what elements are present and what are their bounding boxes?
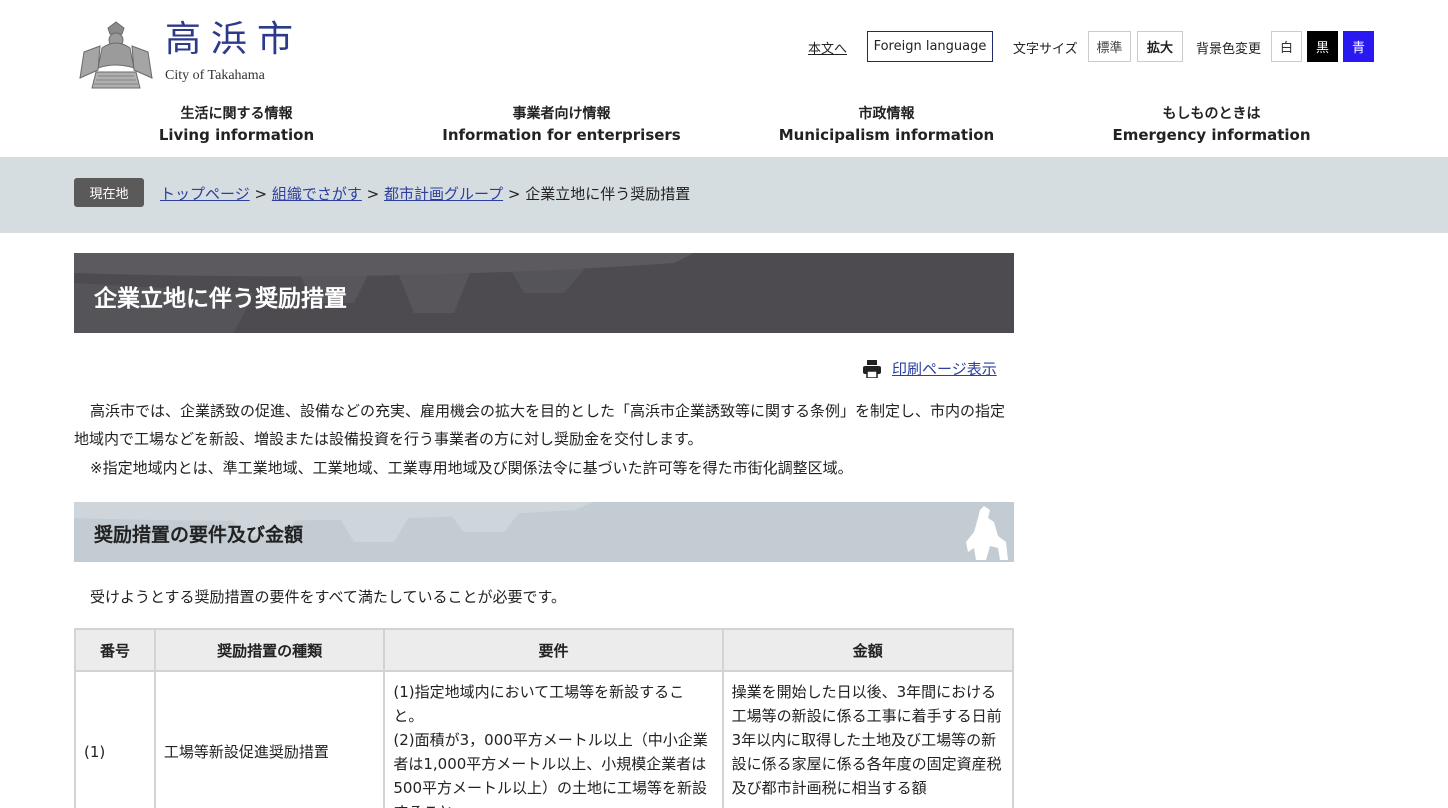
incentive-table: 番号 奨励措置の種類 要件 金額 (1) 工場等新設促進奨励措置 (1)指定地域…: [74, 628, 1015, 808]
section-title: 奨励措置の要件及び金額: [94, 524, 304, 546]
breadcrumb-separator: >: [507, 185, 521, 203]
nav-label-en: Information for enterprisers: [442, 126, 681, 144]
table-header-row: 番号 奨励措置の種類 要件 金額: [74, 628, 1015, 672]
breadcrumb-trail: トップページ > 組織でさがす > 都市計画グループ > 企業立地に伴う奨励措置: [160, 183, 690, 204]
nav-label-en: Emergency information: [1112, 126, 1311, 144]
utility-bar: 本文へ Foreign language 文字サイズ 標準 拡大 背景色変更 白…: [0, 31, 1448, 62]
nav-municipalism-information[interactable]: 市政情報 Municipalism information: [724, 104, 1049, 148]
breadcrumb-current-location-tag: 現在地: [74, 178, 144, 207]
nav-label-ja: 生活に関する情報: [180, 106, 293, 122]
nav-living-information[interactable]: 生活に関する情報 Living information: [74, 104, 399, 148]
page-title-banner: 企業立地に伴う奨励措置: [74, 253, 1014, 333]
breadcrumb-link-top[interactable]: トップページ: [160, 185, 250, 203]
breadcrumb-separator: >: [254, 185, 268, 203]
nav-label-ja: 市政情報: [858, 106, 915, 122]
requirement-item: (1)指定地域内において工場等を新設すること。: [393, 683, 685, 725]
nav-label-ja: 事業者向け情報: [512, 106, 611, 122]
table-row: (1) 工場等新設促進奨励措置 (1)指定地域内において工場等を新設すること。 …: [74, 670, 1015, 808]
cell-number: (1): [74, 670, 156, 808]
skip-to-content-link[interactable]: 本文へ: [808, 38, 847, 57]
print-page-link[interactable]: 印刷ページ表示: [892, 358, 997, 379]
global-nav: 生活に関する情報 Living information 事業者向け情報 Info…: [74, 104, 1374, 148]
font-size-large-button[interactable]: 拡大: [1137, 31, 1183, 62]
site-logo-subtitle[interactable]: City of Takahama: [165, 68, 265, 84]
section-heading-banner: 奨励措置の要件及び金額: [74, 502, 1014, 562]
breadcrumb-current: 企業立地に伴う奨励措置: [525, 185, 691, 203]
bg-blue-button[interactable]: 青: [1343, 31, 1374, 62]
cell-type: 工場等新設促進奨励措置: [153, 670, 386, 808]
font-size-normal-button[interactable]: 標準: [1088, 31, 1131, 62]
page-title: 企業立地に伴う奨励措置: [94, 286, 347, 312]
printer-icon: [863, 359, 881, 378]
requirement-item: (2)面積が3，000平方メートル以上（中小企業者は1,000平方メートル以上、…: [393, 731, 708, 808]
column-header-number: 番号: [74, 628, 156, 672]
row-number: (1): [84, 743, 106, 761]
nav-emergency-information[interactable]: もしものときは Emergency information: [1049, 104, 1374, 148]
column-header-requirements: 要件: [383, 628, 724, 672]
nav-enterprisers-information[interactable]: 事業者向け情報 Information for enterprisers: [399, 104, 724, 148]
nav-label-en: Living information: [158, 126, 315, 144]
foreign-language-button[interactable]: Foreign language: [867, 31, 993, 62]
section-description: 受けようとする奨励措置の要件をすべて満たしていることが必要です。: [90, 588, 566, 606]
cell-requirements: (1)指定地域内において工場等を新設すること。 (2)面積が3，000平方メート…: [383, 670, 724, 808]
cell-amount: 操業を開始した日以後、3年間における工場等の新設に係る工事に着手する日前3年以内…: [721, 670, 1015, 808]
background-color-label: 背景色変更: [1196, 42, 1262, 57]
font-size-label: 文字サイズ: [1013, 42, 1078, 57]
column-header-type: 奨励措置の種類: [153, 628, 386, 672]
breadcrumb-link-urban-planning[interactable]: 都市計画グループ: [384, 185, 503, 203]
breadcrumb-separator: >: [366, 185, 380, 203]
breadcrumb: 現在地 トップページ > 組織でさがす > 都市計画グループ > 企業立地に伴う…: [0, 157, 1448, 233]
designated-area-note: ※指定地域内とは、準工業地域、工業地域、工業専用地域及び関係法令に基づいた許可等…: [90, 459, 853, 477]
bg-white-button[interactable]: 白: [1271, 31, 1302, 62]
column-header-amount: 金額: [721, 628, 1015, 672]
intro-paragraph: 高浜市では、企業誘致の促進、設備などの充実、雇用機会の拡大を目的とした「高浜市企…: [74, 402, 1006, 448]
bg-black-button[interactable]: 黒: [1307, 31, 1338, 62]
nav-label-ja: もしものときは: [1162, 106, 1261, 122]
incentive-amount: 操業を開始した日以後、3年間における工場等の新設に係る工事に着手する日前3年以内…: [731, 683, 1002, 797]
horse-rider-silhouette-icon: [966, 506, 1008, 560]
nav-label-en: Municipalism information: [778, 126, 995, 144]
breadcrumb-link-organization[interactable]: 組織でさがす: [272, 185, 362, 203]
print-page-link-row: 印刷ページ表示: [862, 358, 997, 379]
incentive-type: 工場等新設促進奨励措置: [163, 743, 329, 761]
